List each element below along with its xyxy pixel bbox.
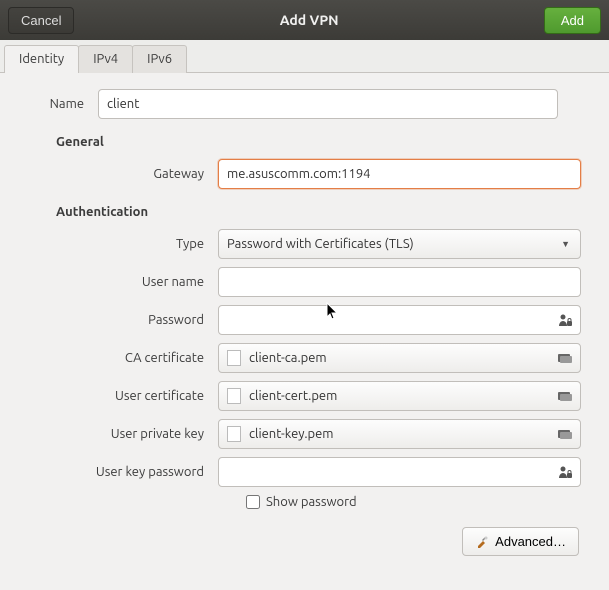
cancel-button[interactable]: Cancel	[8, 7, 74, 34]
ca-cert-chooser[interactable]: client-ca.pem	[218, 343, 581, 373]
user-cert-filename: client-cert.pem	[249, 389, 556, 403]
chevron-down-icon: ▼	[561, 239, 570, 249]
document-icon	[227, 350, 241, 366]
ca-cert-filename: client-ca.pem	[249, 351, 556, 365]
content-area: Name General Gateway Authentication Type…	[0, 73, 609, 568]
password-input[interactable]	[227, 307, 558, 333]
show-password-label: Show password	[266, 495, 357, 509]
username-input[interactable]	[218, 267, 581, 297]
user-key-chooser[interactable]: client-key.pem	[218, 419, 581, 449]
gateway-label: Gateway	[28, 167, 218, 181]
section-general: General	[56, 135, 581, 149]
folder-open-icon	[556, 351, 574, 365]
password-field-wrap	[218, 305, 581, 335]
tools-icon	[475, 535, 489, 549]
tab-ipv4[interactable]: IPv4	[78, 45, 133, 73]
advanced-label: Advanced…	[495, 534, 566, 549]
user-lock-icon[interactable]	[558, 465, 572, 479]
gateway-input[interactable]	[218, 159, 581, 189]
add-button[interactable]: Add	[544, 7, 601, 34]
user-lock-icon[interactable]	[558, 313, 572, 327]
type-value: Password with Certificates (TLS)	[227, 237, 414, 251]
type-select[interactable]: Password with Certificates (TLS) ▼	[218, 229, 581, 259]
section-auth: Authentication	[56, 205, 581, 219]
type-label: Type	[28, 237, 218, 251]
tab-identity[interactable]: Identity	[4, 45, 79, 73]
name-input[interactable]	[98, 89, 558, 119]
user-key-label: User private key	[28, 427, 218, 441]
advanced-button[interactable]: Advanced…	[462, 527, 579, 556]
password-label: Password	[28, 313, 218, 327]
document-icon	[227, 388, 241, 404]
document-icon	[227, 426, 241, 442]
window-title: Add VPN	[280, 12, 339, 28]
user-cert-chooser[interactable]: client-cert.pem	[218, 381, 581, 411]
key-password-input[interactable]	[227, 459, 558, 485]
username-label: User name	[28, 275, 218, 289]
name-label: Name	[28, 97, 98, 111]
tab-bar: Identity IPv4 IPv6	[0, 40, 609, 73]
show-password-checkbox[interactable]	[246, 495, 260, 509]
folder-open-icon	[556, 427, 574, 441]
user-key-filename: client-key.pem	[249, 427, 556, 441]
key-password-label: User key password	[28, 465, 218, 479]
tab-ipv6[interactable]: IPv6	[132, 45, 187, 73]
key-password-field-wrap	[218, 457, 581, 487]
user-cert-label: User certificate	[28, 389, 218, 403]
folder-open-icon	[556, 389, 574, 403]
ca-cert-label: CA certificate	[28, 351, 218, 365]
titlebar: Cancel Add VPN Add	[0, 0, 609, 40]
